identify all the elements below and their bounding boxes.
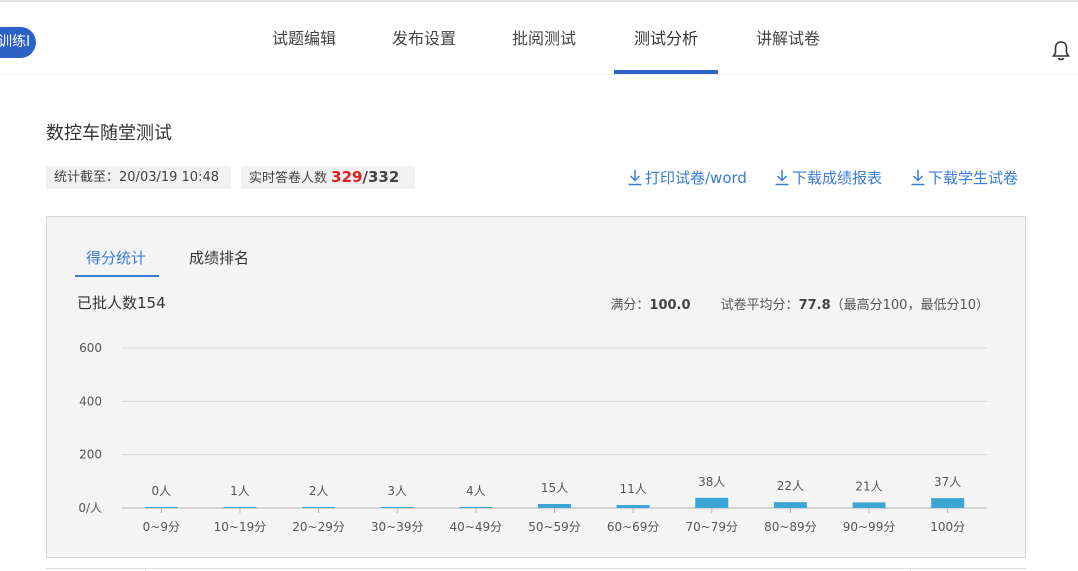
data-label: 11人 xyxy=(619,482,646,496)
subtab-score-stats[interactable]: 得分统计 xyxy=(86,247,146,268)
active-subtab-indicator xyxy=(75,275,159,277)
full-score-value: 100.0 xyxy=(649,298,691,313)
bar xyxy=(538,504,571,508)
data-label: 4人 xyxy=(466,484,486,498)
bar xyxy=(223,507,257,508)
data-label: 0人 xyxy=(151,484,171,498)
print-paper-label: 打印试卷/word xyxy=(645,169,747,187)
data-label: 2人 xyxy=(309,484,329,498)
data-label: 38人 xyxy=(698,475,725,489)
cutoff-label: 统计截至： xyxy=(54,170,120,185)
download-icon xyxy=(628,170,642,186)
cutoff-time: 20/03/19 10:48 xyxy=(119,170,219,185)
tab-grade-tests[interactable]: 批阅测试 xyxy=(512,2,576,74)
page-title: 数控车随堂测试 xyxy=(46,123,172,144)
x-tick-label: 70~79分 xyxy=(685,520,738,534)
x-tick-label: 100分 xyxy=(930,520,965,534)
respondents-chip: 实时答卷人数 329/332 xyxy=(241,166,415,189)
score-stats-panel: 得分统计 成绩排名 已批人数154 满分：100.0 试卷平均分：77.8（最高分… xyxy=(46,216,1026,558)
score-distribution-chart: 0/人 200 400 600 0人 0~9分 1人 10~19分 2人 20~29分 3人 30~3… xyxy=(78,341,987,534)
x-tick-label: 90~99分 xyxy=(843,520,896,534)
x-tick-label: 20~29分 xyxy=(292,520,345,534)
data-label: 37人 xyxy=(934,475,961,489)
bar xyxy=(852,502,886,508)
data-label: 3人 xyxy=(387,484,407,498)
bar xyxy=(931,498,965,508)
download-papers-link[interactable]: 下载学生试卷 xyxy=(910,166,1018,190)
tab-publish-settings[interactable]: 发布设置 xyxy=(392,2,456,74)
y-tick-label: 200 xyxy=(79,448,102,462)
bar xyxy=(380,507,414,508)
x-tick-label: 10~19分 xyxy=(214,520,267,534)
x-tick-label: 50~59分 xyxy=(528,520,581,534)
avg-score-value: 77.8 xyxy=(798,298,831,313)
score-range-note: （最高分100，最低分10） xyxy=(830,298,989,313)
x-tick-label: 30~39分 xyxy=(371,520,424,534)
y-tick-label: 400 xyxy=(79,394,102,408)
full-score-label: 满分： xyxy=(610,298,650,313)
data-label: 21人 xyxy=(855,479,882,493)
tab-explain-paper[interactable]: 讲解试卷 xyxy=(756,2,820,74)
respondents-total: /332 xyxy=(362,168,400,186)
x-tick-label: 60~69分 xyxy=(607,520,660,534)
subtab-ranking[interactable]: 成绩排名 xyxy=(189,247,249,268)
print-paper-link[interactable]: 打印试卷/word xyxy=(627,166,747,190)
data-label: 1人 xyxy=(230,484,250,498)
active-tab-indicator xyxy=(614,70,718,74)
bar xyxy=(695,497,729,508)
x-tick-label: 80~89分 xyxy=(764,520,817,534)
download-report-label: 下载成绩报表 xyxy=(792,169,883,187)
respondents-count: 329 xyxy=(331,168,363,186)
bar xyxy=(144,507,178,508)
x-tick-label: 40~49分 xyxy=(450,520,503,534)
x-tick-label: 0~9分 xyxy=(143,520,180,534)
tab-test-analysis[interactable]: 测试分析 xyxy=(634,2,698,74)
cutoff-time-chip: 统计截至：20/03/19 10:48 xyxy=(46,166,231,189)
download-papers-label: 下载学生试卷 xyxy=(928,169,1019,187)
top-nav: 训练l 试题编辑 发布设置 批阅测试 测试分析 讲解试卷 xyxy=(0,2,1078,75)
bar xyxy=(302,507,336,508)
download-icon xyxy=(775,170,789,186)
bar xyxy=(459,506,493,508)
table-top-border xyxy=(46,568,1026,569)
graded-count: 已批人数154 xyxy=(77,294,166,312)
y-tick-label: 0/人 xyxy=(78,501,102,515)
bell-icon[interactable] xyxy=(1052,40,1070,62)
score-summary: 满分：100.0 试卷平均分：77.8（最高分100，最低分10） xyxy=(610,294,989,313)
download-icon xyxy=(911,170,925,186)
respondents-label: 实时答卷人数 xyxy=(249,171,328,186)
download-report-link[interactable]: 下载成绩报表 xyxy=(774,166,882,190)
bar xyxy=(616,505,650,508)
bar xyxy=(773,502,807,508)
data-label: 22人 xyxy=(777,479,804,493)
course-badge[interactable]: 训练l xyxy=(0,27,36,58)
avg-score-label: 试卷平均分： xyxy=(720,298,799,313)
y-tick-label: 600 xyxy=(79,341,102,355)
data-label: 15人 xyxy=(541,481,568,495)
tab-edit-questions[interactable]: 试题编辑 xyxy=(272,2,336,74)
